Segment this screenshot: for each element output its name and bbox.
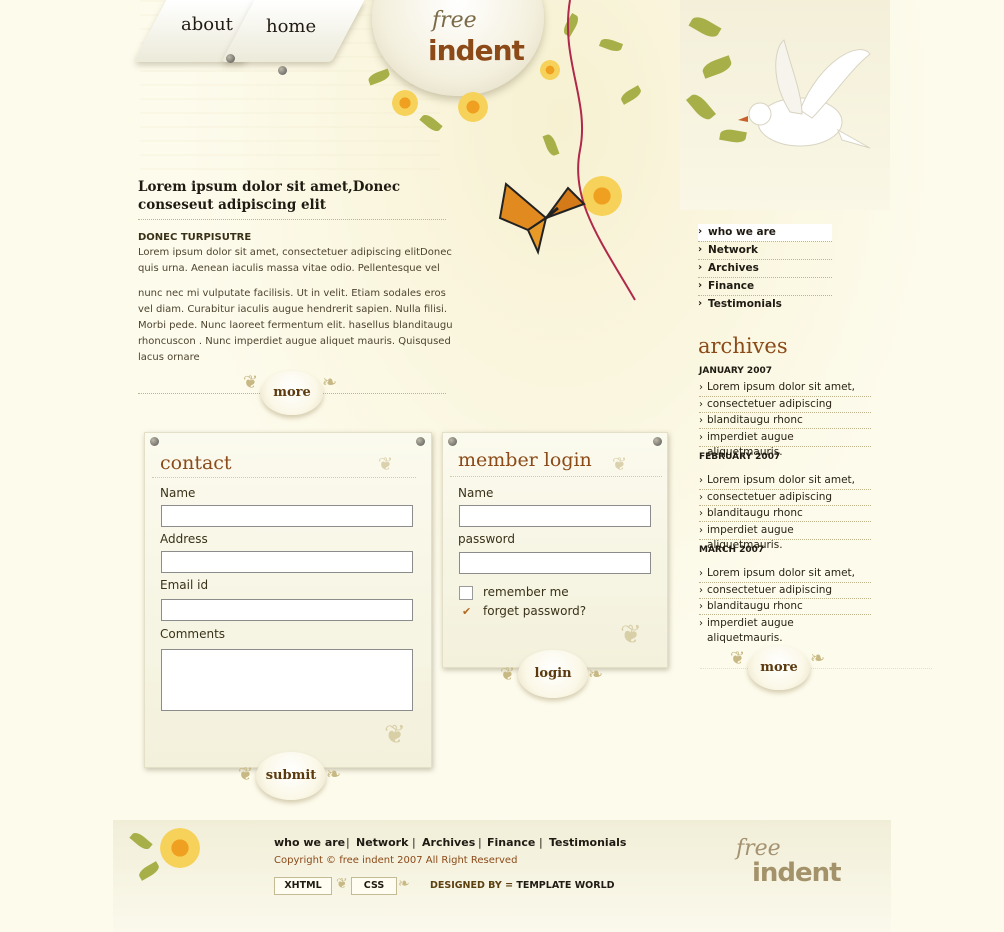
- footer-link-who-we-are[interactable]: who we are: [274, 836, 345, 849]
- nav-about[interactable]: about: [181, 14, 233, 35]
- swirl-ornament-icon: ❧: [588, 664, 604, 685]
- contact-title: contact: [160, 452, 232, 474]
- check-icon: ✔: [462, 605, 472, 618]
- nav-home[interactable]: home: [266, 16, 316, 37]
- swirl-ornament-icon: ❧: [326, 764, 342, 785]
- archive-item[interactable]: Lorem ipsum dolor sit amet,: [699, 380, 871, 397]
- copyright-text: Copyright © free indent 2007 All Right R…: [274, 855, 518, 866]
- contact-address-input[interactable]: [161, 551, 413, 573]
- login-name-label: Name: [458, 486, 494, 500]
- contact-email-input[interactable]: [161, 599, 413, 621]
- login-password-input[interactable]: [459, 552, 651, 574]
- divider: [699, 428, 871, 429]
- contact-submit-button[interactable]: submit: [256, 752, 326, 800]
- login-button[interactable]: login: [518, 650, 588, 698]
- contact-comments-label: Comments: [160, 627, 226, 641]
- pin-icon: [416, 437, 425, 446]
- designed-by-name[interactable]: TEMPLATE WORLD: [516, 880, 614, 891]
- swirl-ornament-icon: ❦: [500, 664, 516, 685]
- swirl-ornament-icon: ❧: [810, 648, 826, 669]
- swirl-ornament-icon: ❦: [243, 372, 259, 393]
- footer-separator: |: [478, 836, 482, 849]
- divider: [699, 446, 871, 447]
- designed-by: DESIGNED BY = TEMPLATE WORLD: [430, 880, 615, 891]
- vine-icon: [566, 0, 636, 301]
- remember-me-checkbox[interactable]: [459, 586, 473, 600]
- designed-by-prefix: DESIGNED BY =: [430, 880, 514, 891]
- pin-icon: [653, 437, 662, 446]
- footer-logo-indent: indent: [752, 858, 842, 888]
- contact-comments-textarea[interactable]: [161, 649, 413, 711]
- intro-subhead: DONEC TURPISUTRE: [138, 232, 252, 243]
- swirl-ornament-icon: ❦: [384, 720, 406, 750]
- footer-link-network[interactable]: Network: [356, 836, 408, 849]
- login-password-label: password: [458, 532, 515, 546]
- divider: [699, 521, 871, 522]
- login-name-input[interactable]: [459, 505, 651, 527]
- pin-icon: [226, 54, 235, 63]
- pin-icon: [278, 66, 287, 75]
- archive-month: FEBRUARY 2007: [699, 452, 781, 462]
- footer-link-archives[interactable]: Archives: [422, 836, 475, 849]
- footer-separator: |: [346, 836, 350, 849]
- sidenav-archives[interactable]: Archives: [698, 260, 832, 277]
- contact-email-label: Email id: [160, 578, 209, 592]
- footer-separator: |: [412, 836, 416, 849]
- swirl-ornament-icon: ❦: [336, 876, 348, 892]
- flower-icon: [458, 92, 488, 122]
- archive-item[interactable]: imperdiet augue aliquetmauris.: [699, 523, 871, 551]
- swirl-ornament-icon: ❦: [730, 648, 746, 669]
- footer-separator: |: [539, 836, 543, 849]
- xhtml-badge[interactable]: XHTML: [274, 877, 332, 895]
- archive-item[interactable]: Lorem ipsum dolor sit amet,: [699, 473, 871, 490]
- contact-name-input[interactable]: [161, 505, 413, 527]
- logo-indent: indent: [428, 34, 525, 67]
- archive-item[interactable]: imperdiet augue aliquetmauris.: [699, 616, 871, 644]
- divider: [699, 539, 871, 540]
- swirl-ornament-icon: ❧: [322, 372, 338, 393]
- archive-item[interactable]: imperdiet augue aliquetmauris.: [699, 430, 871, 458]
- butterfly-icon: [498, 182, 586, 256]
- intro-paragraph-2: nunc nec mi vulputate facilisis. Ut in v…: [138, 288, 453, 363]
- divider: [450, 476, 662, 477]
- pin-icon: [150, 437, 159, 446]
- archive-item[interactable]: Lorem ipsum dolor sit amet,: [699, 566, 871, 583]
- sidenav-testimonials[interactable]: Testimonials: [698, 296, 832, 313]
- archives-title: archives: [698, 334, 788, 358]
- flower-icon: [392, 90, 418, 116]
- divider: [152, 477, 416, 478]
- footer-link-testimonials[interactable]: Testimonials: [549, 836, 626, 849]
- intro-paragraph-1: Lorem ipsum dolor sit amet, consectetuer…: [138, 247, 452, 274]
- forget-password-link[interactable]: forget password?: [483, 604, 586, 618]
- logo-free: free: [432, 8, 477, 33]
- remember-me-label: remember me: [483, 585, 569, 599]
- login-title: member login: [458, 449, 592, 471]
- contact-address-label: Address: [160, 532, 208, 546]
- sidenav-finance[interactable]: Finance: [698, 278, 832, 295]
- intro-headline: Lorem ipsum dolor sit amet,Donec consese…: [138, 179, 401, 213]
- dove-icon: [738, 39, 871, 149]
- divider: [700, 668, 932, 669]
- divider: [699, 614, 871, 615]
- contact-name-label: Name: [160, 486, 196, 500]
- swirl-ornament-icon: ❦: [238, 764, 254, 785]
- archive-month: JANUARY 2007: [699, 366, 772, 376]
- swirl-ornament-icon: ❦: [378, 454, 394, 475]
- page: about home free indent Lorem ipsum dolor…: [0, 0, 1004, 932]
- swirl-ornament-icon: ❧: [398, 876, 410, 892]
- swirl-ornament-icon: ❦: [612, 454, 628, 475]
- archive-month: MARCH 2007: [699, 545, 765, 555]
- archives-more-button[interactable]: more: [748, 646, 810, 690]
- footer-link-finance[interactable]: Finance: [487, 836, 535, 849]
- pin-icon: [448, 437, 457, 446]
- css-badge[interactable]: CSS: [351, 877, 397, 895]
- sidenav-who-we-are[interactable]: who we are: [698, 224, 832, 241]
- divider: [138, 219, 446, 220]
- flower-icon: [160, 828, 200, 868]
- sidenav-network[interactable]: Network: [698, 242, 832, 259]
- intro-more-button[interactable]: more: [261, 371, 323, 415]
- swirl-ornament-icon: ❦: [620, 620, 642, 650]
